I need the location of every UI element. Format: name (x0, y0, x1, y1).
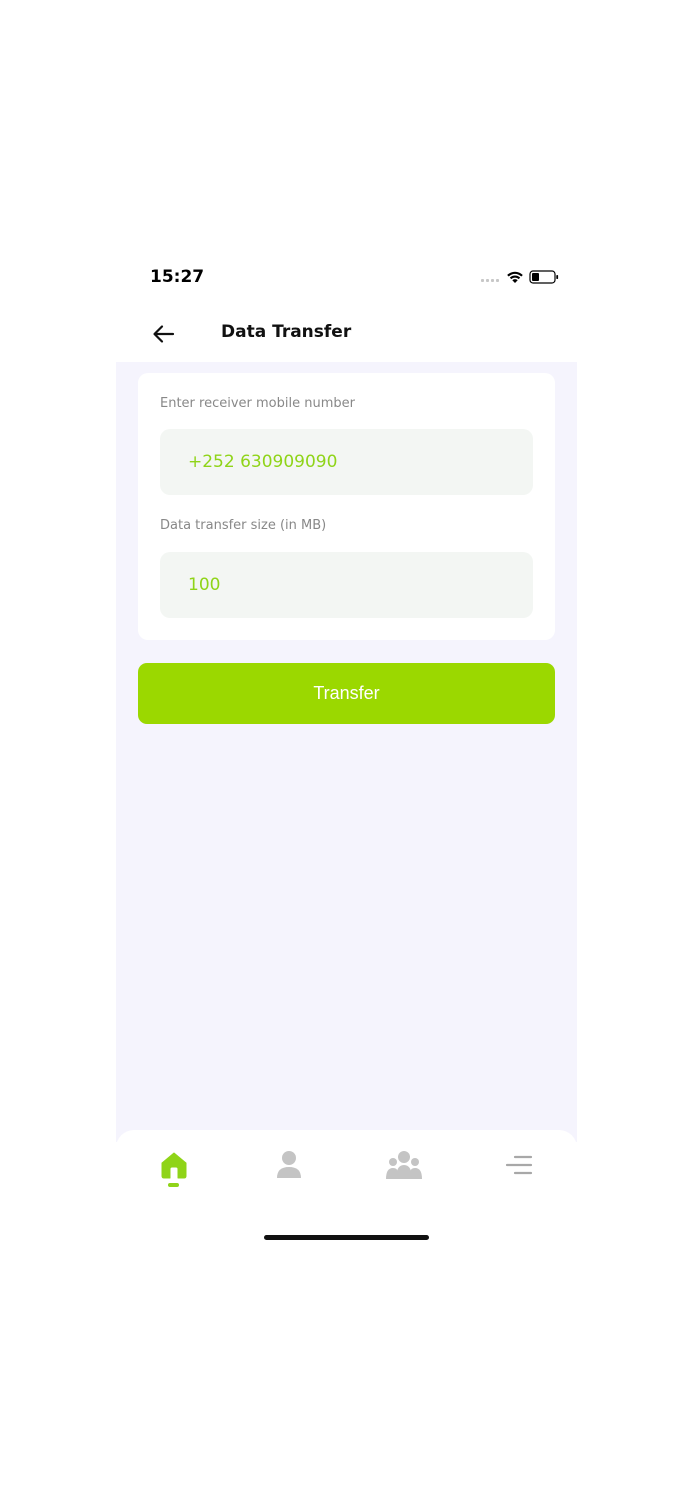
phone-screen: 15:27 Data Transfer Enter receiver mobil… (116, 250, 577, 1250)
receiver-number-label: Enter receiver mobile number (160, 396, 355, 411)
menu-icon (505, 1155, 533, 1175)
home-indicator (264, 1235, 429, 1240)
user-icon (277, 1151, 301, 1178)
nav-group[interactable] (379, 1140, 429, 1190)
transfer-button[interactable]: Transfer (138, 663, 555, 724)
bottom-nav (116, 1130, 577, 1250)
nav-profile[interactable] (264, 1140, 314, 1190)
main-content: Enter receiver mobile number +252 630909… (116, 362, 577, 1142)
status-icons (481, 269, 559, 285)
active-nav-indicator (168, 1183, 179, 1187)
home-icon (161, 1152, 187, 1179)
receiver-number-input[interactable]: +252 630909090 (160, 429, 533, 495)
transfer-form-card: Enter receiver mobile number +252 630909… (138, 373, 555, 640)
transfer-size-label: Data transfer size (in MB) (160, 518, 327, 533)
transfer-size-input[interactable]: 100 (160, 552, 533, 618)
arrow-left-icon (153, 325, 175, 343)
header: Data Transfer (116, 306, 577, 362)
back-button[interactable] (150, 320, 178, 348)
page-title: Data Transfer (221, 322, 352, 342)
battery-icon (529, 270, 559, 284)
status-bar: 15:27 (116, 250, 577, 306)
nav-menu[interactable] (494, 1140, 544, 1190)
status-time: 15:27 (150, 267, 205, 287)
signal-icon (481, 278, 499, 282)
group-icon (386, 1151, 422, 1179)
wifi-icon (507, 271, 523, 283)
